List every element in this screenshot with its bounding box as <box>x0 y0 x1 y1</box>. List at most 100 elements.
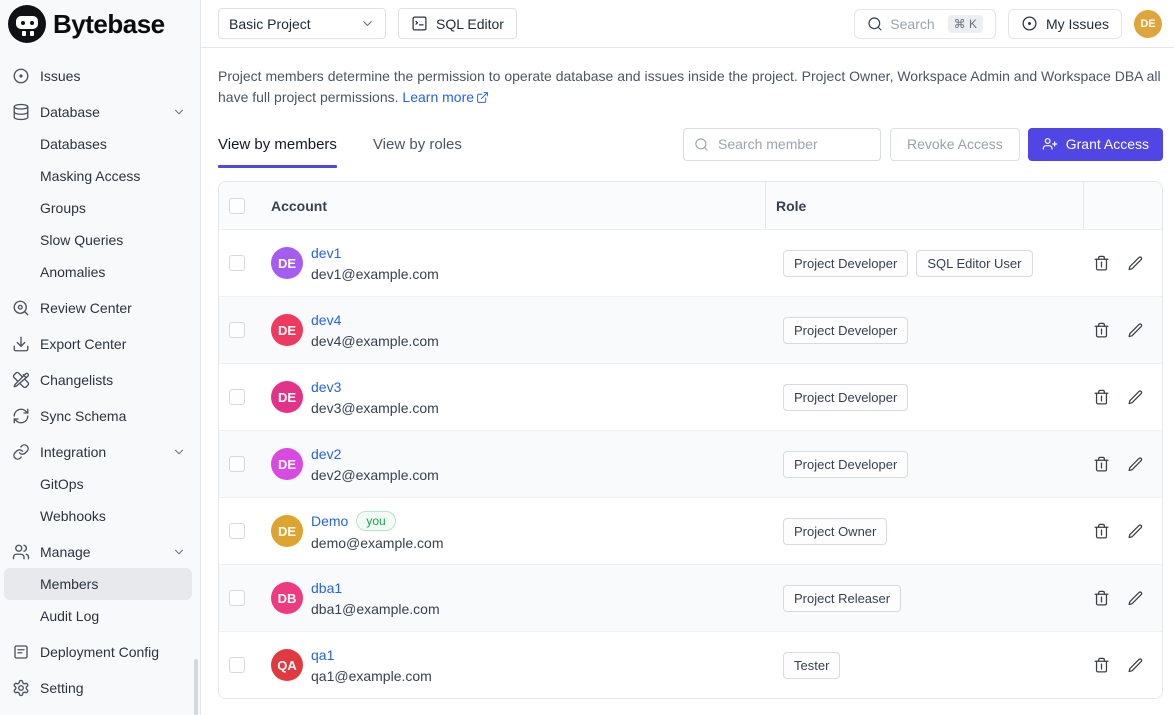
sidebar-item-export-center[interactable]: Export Center <box>4 328 192 360</box>
delete-member-button[interactable] <box>1093 456 1110 473</box>
delete-member-button[interactable] <box>1093 389 1110 406</box>
role-badge: Tester <box>783 652 840 679</box>
actions-cell <box>1083 657 1162 674</box>
row-checkbox[interactable] <box>229 590 245 606</box>
sidebar-item-anomalies[interactable]: Anomalies <box>4 256 192 288</box>
logo-text: Bytebase <box>53 9 165 40</box>
members-table: Account Role DE dev1 dev1@example.com Pr… <box>218 181 1163 699</box>
logo-row[interactable]: Bytebase <box>0 0 200 48</box>
table-row: QA qa1 qa1@example.com Tester <box>219 631 1162 698</box>
member-avatar: DE <box>271 247 303 279</box>
edit-member-button[interactable] <box>1127 657 1144 674</box>
column-header-account: Account <box>271 182 765 229</box>
export-center-icon <box>12 335 30 353</box>
sidebar-item-databases[interactable]: Databases <box>4 128 192 160</box>
sidebar-item-changelists[interactable]: Changelists <box>4 364 192 396</box>
edit-member-button[interactable] <box>1127 322 1144 339</box>
sidebar-item-review-center[interactable]: Review Center <box>4 292 192 324</box>
sidebar-item-database[interactable]: Database <box>4 96 192 128</box>
member-email: demo@example.com <box>311 534 444 552</box>
sidebar-item-audit-log[interactable]: Audit Log <box>4 600 192 632</box>
sidebar-item-issues[interactable]: Issues <box>4 60 192 92</box>
row-checkbox[interactable] <box>229 389 245 405</box>
sidebar-item-manage[interactable]: Manage <box>4 536 192 568</box>
member-name-link[interactable]: dev2 <box>311 445 341 463</box>
sidebar-item-label: Setting <box>40 680 84 696</box>
tab-view-by-members[interactable]: View by members <box>218 120 337 168</box>
sidebar-item-label: Database <box>40 104 100 120</box>
external-link-icon <box>476 91 489 104</box>
member-name-link[interactable]: dba1 <box>311 579 342 597</box>
sidebar-item-webhooks[interactable]: Webhooks <box>4 500 192 532</box>
page-description: Project members determine the permission… <box>218 66 1163 108</box>
member-name-link[interactable]: dev1 <box>311 244 341 262</box>
edit-member-button[interactable] <box>1127 255 1144 272</box>
row-checkbox[interactable] <box>229 657 245 673</box>
column-header-role: Role <box>765 182 1083 229</box>
sidebar-item-label: Masking Access <box>40 168 140 184</box>
bytebase-logo-icon <box>8 5 46 43</box>
topbar: Basic Project SQL Editor Search ⌘ K My I… <box>201 0 1174 48</box>
sidebar-item-masking-access[interactable]: Masking Access <box>4 160 192 192</box>
learn-more-link[interactable]: Learn more <box>402 89 474 105</box>
row-checkbox[interactable] <box>229 456 245 472</box>
member-name-link[interactable]: Demo <box>311 512 348 530</box>
sidebar-item-sync-schema[interactable]: Sync Schema <box>4 400 192 432</box>
grant-access-button[interactable]: Grant Access <box>1028 128 1163 161</box>
sidebar-item-slow-queries[interactable]: Slow Queries <box>4 224 192 256</box>
my-issues-button[interactable]: My Issues <box>1008 9 1122 39</box>
member-name-link[interactable]: qa1 <box>311 646 334 664</box>
edit-member-button[interactable] <box>1127 456 1144 473</box>
setting-icon <box>12 679 30 697</box>
sidebar-item-label: Changelists <box>40 372 113 388</box>
sidebar-item-deployment-config[interactable]: Deployment Config <box>4 636 192 668</box>
sidebar-item-gitops[interactable]: GitOps <box>4 468 192 500</box>
sidebar-scrollbar[interactable] <box>194 659 198 715</box>
member-search-input[interactable] <box>716 135 870 153</box>
table-row: DE dev1 dev1@example.com Project Develop… <box>219 229 1162 296</box>
sidebar-item-integration[interactable]: Integration <box>4 436 192 468</box>
member-email: dev4@example.com <box>311 332 439 350</box>
sidebar-item-setting[interactable]: Setting <box>4 672 192 704</box>
project-select-value: Basic Project <box>229 16 311 32</box>
deployment-config-icon <box>12 643 30 661</box>
sidebar-item-label: Databases <box>40 136 107 152</box>
select-all-checkbox[interactable] <box>229 198 245 214</box>
row-checkbox[interactable] <box>229 255 245 271</box>
edit-member-button[interactable] <box>1127 590 1144 607</box>
circle-dot-icon <box>1021 15 1038 32</box>
member-avatar: DB <box>271 582 303 614</box>
table-row: DE dev2 dev2@example.com Project Develop… <box>219 430 1162 497</box>
delete-member-button[interactable] <box>1093 523 1110 540</box>
roles-cell: Tester <box>765 652 1083 679</box>
table-row: DB dba1 dba1@example.com Project Release… <box>219 564 1162 631</box>
delete-member-button[interactable] <box>1093 590 1110 607</box>
edit-member-button[interactable] <box>1127 389 1144 406</box>
edit-member-button[interactable] <box>1127 523 1144 540</box>
revoke-access-button[interactable]: Revoke Access <box>890 128 1020 161</box>
member-avatar: QA <box>271 649 303 681</box>
user-avatar[interactable]: DE <box>1134 10 1162 38</box>
sql-editor-button[interactable]: SQL Editor <box>398 8 517 39</box>
member-avatar: DE <box>271 381 303 413</box>
table-row: DE dev3 dev3@example.com Project Develop… <box>219 363 1162 430</box>
tab-view-by-roles[interactable]: View by roles <box>373 120 462 168</box>
row-checkbox[interactable] <box>229 523 245 539</box>
row-checkbox[interactable] <box>229 322 245 338</box>
delete-member-button[interactable] <box>1093 255 1110 272</box>
actions-cell <box>1083 523 1162 540</box>
sidebar-item-members[interactable]: Members <box>4 568 192 600</box>
roles-cell: Project Developer <box>765 451 1083 478</box>
member-name-link[interactable]: dev4 <box>311 311 341 329</box>
sidebar-item-groups[interactable]: Groups <box>4 192 192 224</box>
project-select[interactable]: Basic Project <box>218 8 386 39</box>
member-name-link[interactable]: dev3 <box>311 378 341 396</box>
sidebar: Bytebase Issues Database Databases Masking … <box>0 0 201 715</box>
global-search-button[interactable]: Search ⌘ K <box>854 9 996 39</box>
delete-member-button[interactable] <box>1093 657 1110 674</box>
chevron-down-icon <box>172 545 186 559</box>
content-column: Basic Project SQL Editor Search ⌘ K My I… <box>201 0 1174 715</box>
role-badge: Project Developer <box>783 451 908 478</box>
delete-member-button[interactable] <box>1093 322 1110 339</box>
table-body: DE dev1 dev1@example.com Project Develop… <box>219 229 1162 698</box>
